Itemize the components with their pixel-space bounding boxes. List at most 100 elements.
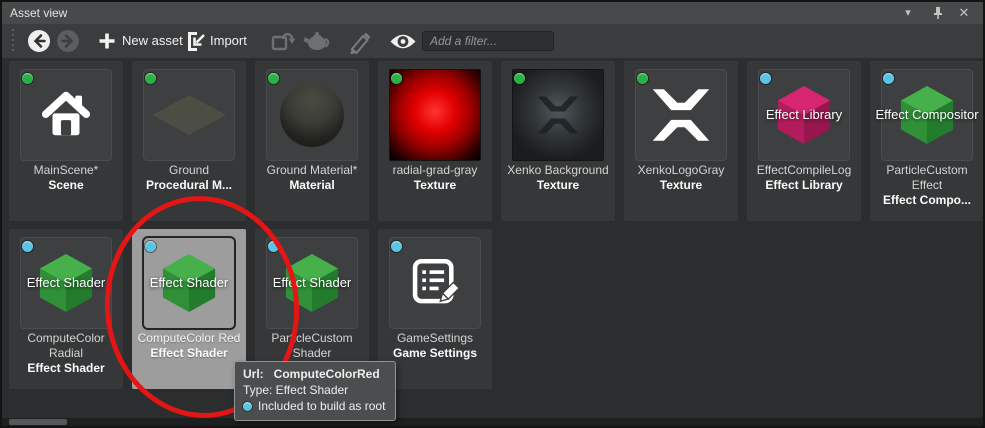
asset-tile[interactable]: radial-grad-gray Texture [378,61,492,221]
asset-tile[interactable]: MainScene* Scene [9,61,123,221]
plus-icon [98,30,116,52]
asset-labels: ParticleCustom Effect Effect Compo... [871,163,983,208]
new-asset-button[interactable] [98,30,116,52]
asset-tile[interactable]: Xenko Background Texture [501,61,615,221]
asset-thumbnail: Effect Shader [266,237,358,329]
teapot-icon[interactable] [302,30,332,52]
panel-menu-chevron-icon[interactable]: ▾ [899,2,917,24]
xenko-logo-icon [536,96,580,135]
asset-name: ComputeColor Red [133,331,245,346]
asset-labels: Xenko Background Texture [502,163,614,193]
asset-type: Scene [10,178,122,193]
asset-type: Procedural M... [133,178,245,193]
panel-titlebar: Asset view ▾ ✕ [2,2,983,25]
scrollbar-thumb[interactable] [9,419,67,425]
asset-thumbnail [635,69,727,161]
status-dot [22,73,33,84]
asset-thumbnail: Effect Compositor [881,69,973,161]
ground-plane-icon [151,94,227,136]
asset-tile[interactable]: Effect Shader ComputeColor Red Effect Sh… [132,229,246,389]
asset-name: radial-grad-gray [379,163,491,178]
asset-labels: Ground Material* Material [256,163,368,193]
status-dot [760,73,771,84]
close-icon[interactable]: ✕ [955,2,973,24]
status-dot [145,241,156,252]
status-dot [391,241,402,252]
asset-labels: MainScene* Scene [10,163,122,193]
asset-view-panel: Asset view ▾ ✕ New as [0,0,985,428]
export-package-icon [270,30,296,52]
asset-tile[interactable]: Effect Compositor ParticleCustom Effect … [870,61,983,221]
tooltip-url-label: Url: [243,366,264,382]
asset-labels: Ground Procedural M... [133,163,245,193]
filter-input[interactable] [422,31,554,51]
asset-type: Texture [625,178,737,193]
status-dot [22,241,33,252]
export-package-button[interactable] [270,30,296,52]
asset-labels: ComputeColor Red Effect Shader [133,331,245,361]
asset-tile[interactable]: Effect Shader ComputeColor Radial Effect… [9,229,123,389]
asset-labels: EffectCompileLog Effect Library [748,163,860,193]
tooltip-type-line: Type: Effect Shader [243,382,385,398]
asset-tile[interactable]: Effect Library EffectCompileLog Effect L… [747,61,861,221]
asset-thumbnail [266,69,358,161]
xenko-logo-icon [650,88,712,142]
asset-tile[interactable]: XenkoLogoGray Texture [624,61,738,221]
view-options-eye-button[interactable] [389,32,417,54]
asset-thumbnail [389,237,481,329]
asset-type: Effect Library [748,178,860,193]
new-asset-label[interactable]: New asset [122,30,183,52]
asset-thumbnail: Effect Library [758,69,850,161]
pin-icon[interactable] [929,2,947,24]
asset-name: ParticleCustom Shader [256,331,368,361]
asset-type: Game Settings [379,346,491,361]
material-sphere-icon [280,83,344,147]
forward-button[interactable] [57,30,79,52]
thumbnail-text: Effect Shader [253,275,371,290]
eye-icon [389,32,417,51]
thumbnail-text: Effect Compositor [868,107,983,122]
asset-thumbnail: Effect Shader [142,236,236,330]
status-dot [391,73,402,84]
asset-name: ComputeColor Radial [10,331,122,361]
asset-tile[interactable]: Ground Material* Material [255,61,369,221]
asset-labels: GameSettings Game Settings [379,331,491,361]
asset-grid: MainScene* Scene Ground Procedural M... … [2,58,983,426]
back-button[interactable] [28,30,50,52]
asset-type: Effect Shader [133,346,245,361]
import-label[interactable]: Import [210,30,247,52]
asset-name: Xenko Background [502,163,614,178]
asset-tile[interactable]: Ground Procedural M... [132,61,246,221]
asset-type: Texture [379,178,491,193]
import-icon [185,30,207,52]
asset-name: XenkoLogoGray [625,163,737,178]
asset-labels: XenkoLogoGray Texture [625,163,737,193]
edit-pencil-icon[interactable] [346,30,372,52]
asset-type: Material [256,178,368,193]
house-icon [39,88,93,142]
horizontal-scrollbar [2,418,983,426]
thumbnail-text: Effect Shader [130,275,248,290]
status-dot [268,73,279,84]
asset-name: MainScene* [10,163,122,178]
asset-type: Effect Compo... [871,193,983,208]
tooltip-build-line: Included to build as root [258,398,385,414]
toolbar: New asset Import [2,24,983,59]
forward-arrow-icon [57,30,79,52]
asset-thumbnail: Effect Shader [20,237,112,329]
status-dot [514,73,525,84]
import-button[interactable] [185,30,207,52]
status-dot [637,73,648,84]
asset-labels: radial-grad-gray Texture [379,163,491,193]
asset-name: Ground [133,163,245,178]
thumbnail-text: Effect Shader [7,275,125,290]
asset-type: Effect Shader [10,361,122,376]
asset-name: ParticleCustom Effect [871,163,983,193]
toolbar-grip[interactable] [12,29,14,53]
asset-name: EffectCompileLog [748,163,860,178]
asset-name: Ground Material* [256,163,368,178]
thumbnail-text: Effect Library [745,107,863,122]
asset-thumbnail [20,69,112,161]
status-dot [268,241,279,252]
asset-name: GameSettings [379,331,491,346]
